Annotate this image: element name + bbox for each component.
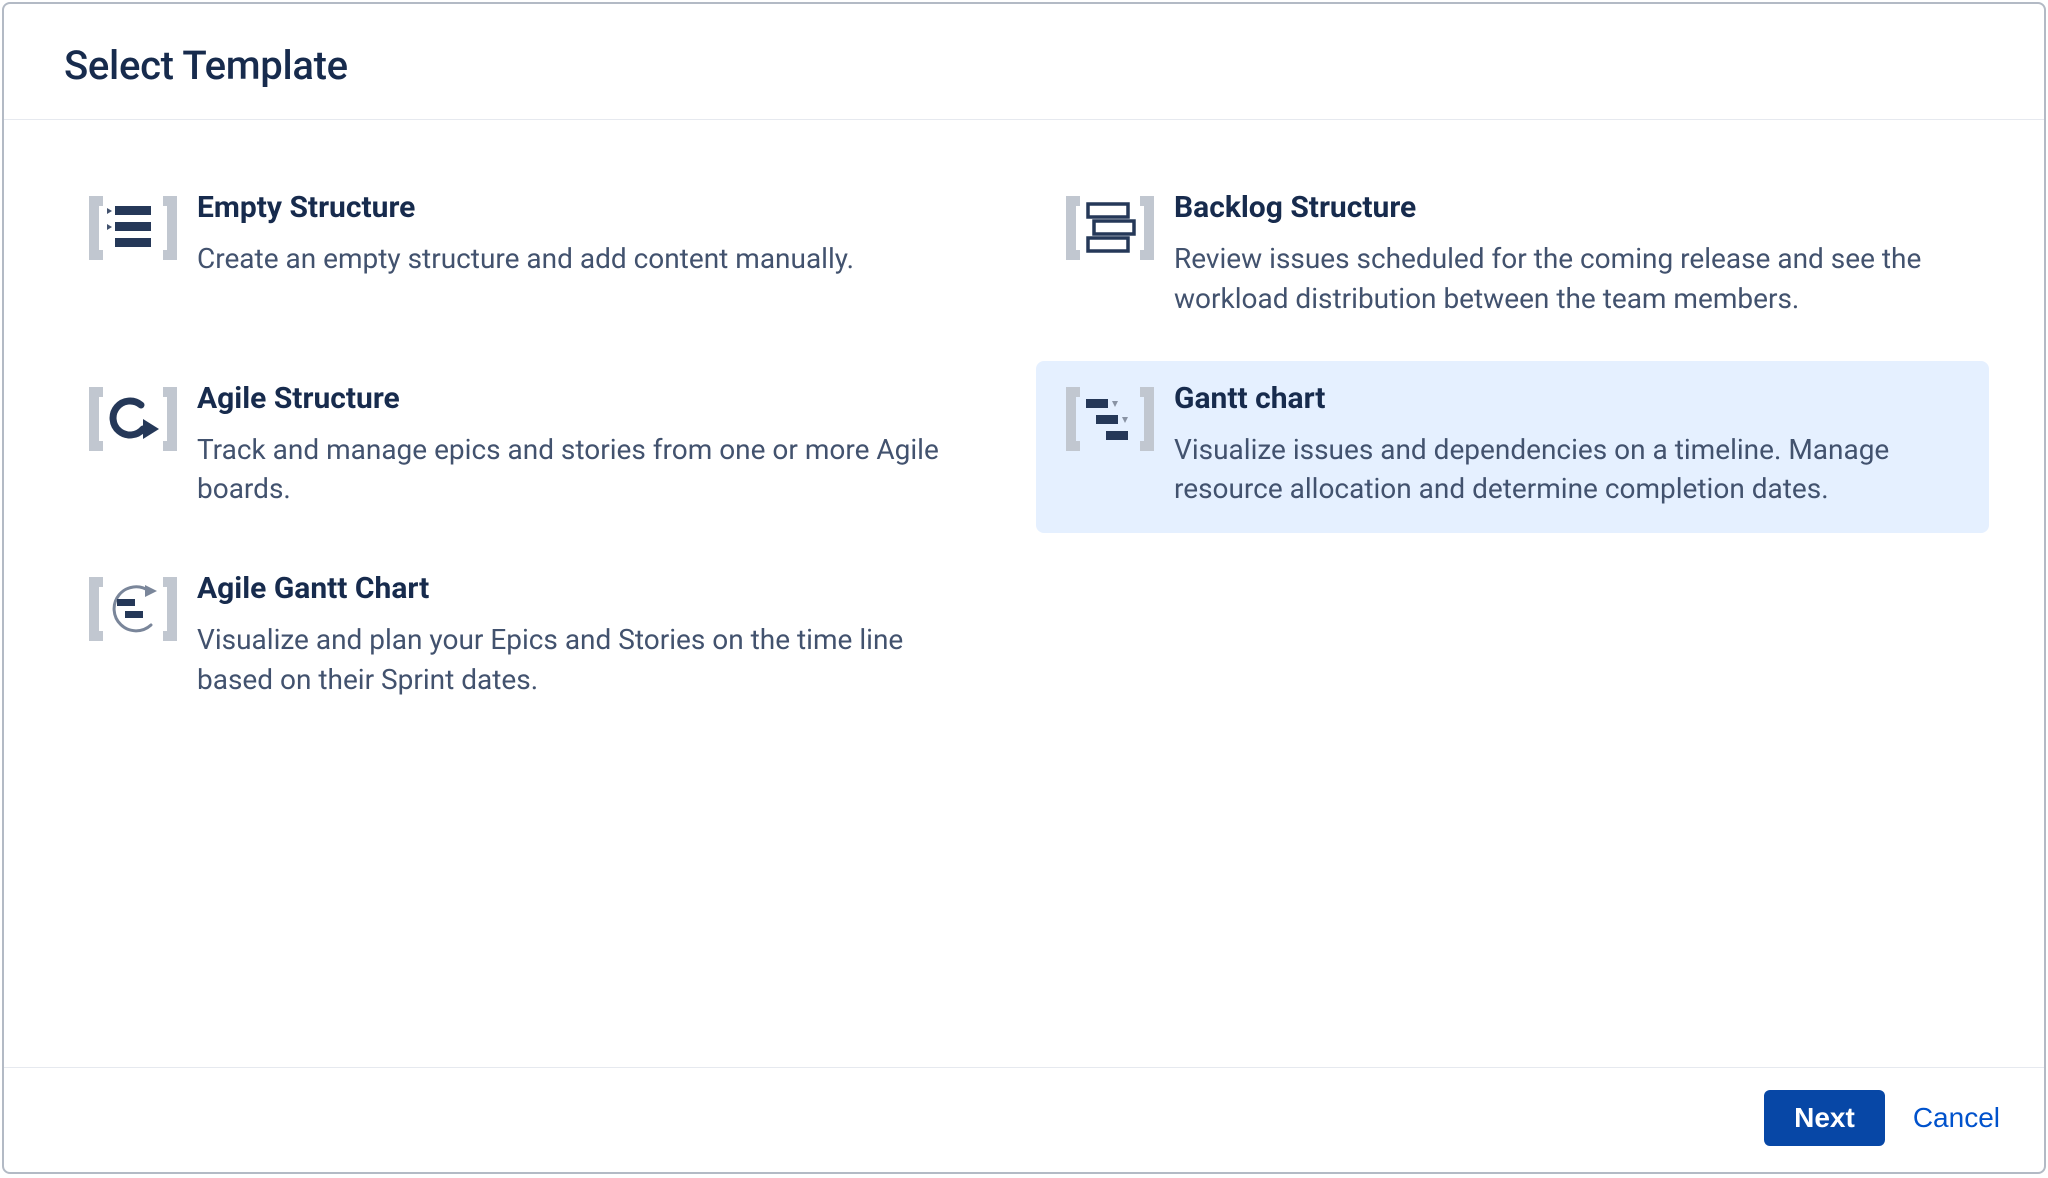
template-description: Track and manage epics and stories from … (197, 430, 957, 510)
select-template-dialog: Select Template (2, 2, 2046, 1174)
dialog-header: Select Template (4, 4, 2044, 120)
cancel-button[interactable]: Cancel (1913, 1102, 2000, 1134)
template-description: Review issues scheduled for the coming r… (1174, 239, 1934, 319)
template-description: Create an empty structure and add conten… (197, 239, 854, 279)
agile-structure-icon (83, 379, 193, 465)
backlog-structure-icon (1060, 188, 1170, 274)
dialog-title: Select Template (64, 42, 1984, 89)
template-title: Agile Structure (197, 381, 957, 416)
template-agile-structure[interactable]: Agile Structure Track and manage epics a… (59, 361, 1012, 534)
gantt-chart-icon (1060, 379, 1170, 465)
template-gantt-chart[interactable]: Gantt chart Visualize issues and depende… (1036, 361, 1989, 534)
template-empty-structure[interactable]: Empty Structure Create an empty structur… (59, 170, 1012, 303)
template-title: Empty Structure (197, 190, 854, 225)
template-description: Visualize issues and dependencies on a t… (1174, 430, 1934, 510)
dialog-footer: Next Cancel (4, 1067, 2044, 1172)
template-description: Visualize and plan your Epics and Storie… (197, 620, 957, 700)
empty-structure-icon (83, 188, 193, 274)
template-title: Gantt chart (1174, 381, 1934, 416)
agile-gantt-chart-icon (83, 569, 193, 655)
template-backlog-structure[interactable]: Backlog Structure Review issues schedule… (1036, 170, 1989, 343)
templates-grid: Empty Structure Create an empty structur… (59, 170, 1989, 724)
dialog-body: Empty Structure Create an empty structur… (4, 120, 2044, 1067)
template-title: Backlog Structure (1174, 190, 1934, 225)
template-agile-gantt-chart[interactable]: Agile Gantt Chart Visualize and plan you… (59, 551, 1012, 724)
next-button[interactable]: Next (1764, 1090, 1885, 1146)
template-title: Agile Gantt Chart (197, 571, 957, 606)
